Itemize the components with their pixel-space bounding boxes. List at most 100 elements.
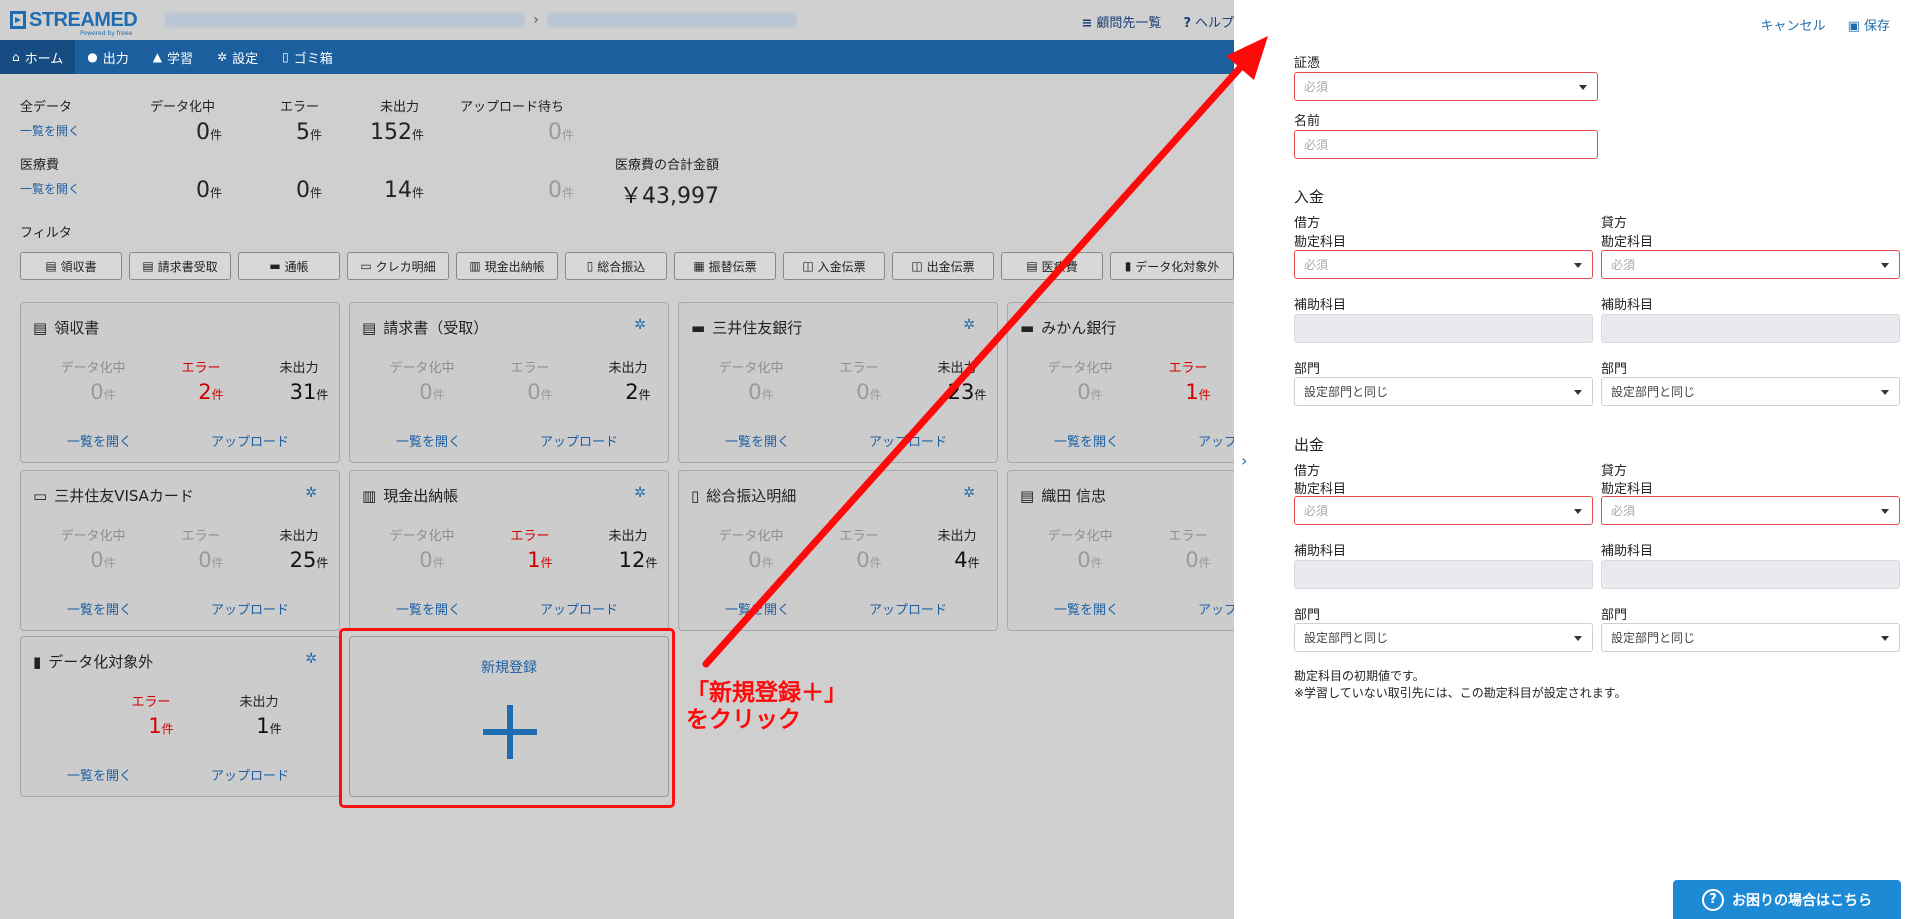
breadcrumb-page-blurred[interactable] xyxy=(546,13,797,27)
filter-non-digitize[interactable]: ▮ データ化対象外 xyxy=(1110,252,1234,280)
filter-withdrawal-slip[interactable]: ◫ 出金伝票 xyxy=(892,252,994,280)
credit-card-icon: ▭ xyxy=(360,259,372,273)
deposit-debit-account-label: 勘定科目 xyxy=(1294,235,1347,250)
card-upload-link[interactable]: アップロード xyxy=(540,599,618,618)
card-open-link[interactable]: 一覧を開く xyxy=(67,599,132,618)
deposit-debit-account-select[interactable]: 必須 xyxy=(1294,250,1593,279)
card-upload-link[interactable]: アップロード xyxy=(211,765,289,784)
home-icon: ⌂ xyxy=(12,50,20,64)
breadcrumb-client-blurred[interactable] xyxy=(165,13,526,27)
list-icon: ≡ xyxy=(1081,16,1093,31)
filter-invoice[interactable]: ▤ 請求書受取 xyxy=(129,252,231,280)
card-open-link[interactable]: 一覧を開く xyxy=(396,599,461,618)
card-open-link[interactable]: 一覧を開く xyxy=(67,431,132,450)
card-open-link[interactable]: 一覧を開く xyxy=(67,765,132,784)
withdraw-debit-account-select[interactable]: 必須 xyxy=(1294,496,1593,525)
filter-transfer-slip[interactable]: ▦ 振替伝票 xyxy=(674,252,776,280)
panel-collapse-strip[interactable] xyxy=(1234,0,1264,919)
gear-icon[interactable]: ✲ xyxy=(963,317,975,333)
passbook-icon: ▬ xyxy=(269,259,281,273)
medical-doc-icon: ▤ xyxy=(1020,486,1035,505)
card-receipt[interactable]: ▤ 領収書 データ化中 0件 エラー 2件 未出力 31件 一覧を開く アップロード xyxy=(20,302,340,463)
table-icon: ◫ xyxy=(911,259,923,273)
deposit-credit-dept-select[interactable]: 設定部門と同じ xyxy=(1601,377,1900,406)
panel-actions: キャンセル ▣ 保存 xyxy=(1761,15,1890,34)
card-open-link[interactable]: 一覧を開く xyxy=(1054,431,1119,450)
filter-bulk-transfer[interactable]: ▯ 総合振込 xyxy=(565,252,667,280)
card-oda-nobutada[interactable]: ▤織田 信忠 データ化中0件 エラー0件 一覧を開く アップロード xyxy=(1007,470,1234,631)
card-upload-link[interactable]: アップロード xyxy=(869,599,947,618)
gear-icon[interactable]: ✲ xyxy=(634,485,646,501)
card-smbc-bank[interactable]: ▬ 三井住友銀行 ✲ データ化中 0件 エラー 0件 未出力 23件 一覧を開く アップ… xyxy=(678,302,998,463)
medical-total-label: 医療費の合計金額 xyxy=(615,158,720,173)
filter-passbook[interactable]: ▬ 通帳 xyxy=(238,252,340,280)
gear-icon[interactable]: ✲ xyxy=(305,651,317,667)
header-error: エラー xyxy=(280,100,320,115)
card-upload-link[interactable]: アップロード xyxy=(211,431,289,450)
deposit-credit-account-select[interactable]: 必須 xyxy=(1601,250,1900,279)
card-open-link[interactable]: 一覧を開く xyxy=(1054,599,1119,618)
deposit-section-title: 入金 xyxy=(1294,188,1325,206)
medical-processing-value: 0件 xyxy=(195,178,222,203)
voucher-select[interactable]: 必須 xyxy=(1294,72,1598,101)
card-open-link[interactable]: 一覧を開く xyxy=(396,431,461,450)
nav-output[interactable]: ● 出力 xyxy=(75,40,141,74)
help-contact-button[interactable]: ? お困りの場合はこちら xyxy=(1673,880,1901,919)
header-processing: データ化中 xyxy=(150,100,216,115)
withdraw-credit-account-label: 勘定科目 xyxy=(1601,482,1654,497)
chevron-down-icon xyxy=(1881,509,1889,514)
medical-open-link[interactable]: 一覧を開く xyxy=(20,180,80,197)
gear-icon[interactable]: ✲ xyxy=(634,317,646,333)
nav-trash[interactable]: ▯ ゴミ箱 xyxy=(270,40,345,74)
cash-book-icon: ▥ xyxy=(469,259,481,273)
withdraw-debit-dept-select[interactable]: 設定部門と同じ xyxy=(1294,623,1593,652)
card-open-link[interactable]: 一覧を開く xyxy=(725,599,790,618)
card-invoice[interactable]: ▤ 請求書（受取） ✲ データ化中 0件 エラー 0件 未出力 2件 一覧を開く アップ… xyxy=(349,302,669,463)
card-upload-link[interactable]: アップロード xyxy=(1198,599,1234,618)
nav-home[interactable]: ⌂ ホーム xyxy=(0,40,76,74)
new-registration-panel: キャンセル ▣ 保存 証憑 必須 名前 必須 入金 借方 勘定科目 貸方 勘定科… xyxy=(1264,0,1920,919)
table-icon: ▦ xyxy=(693,259,705,273)
help-link[interactable]: ? ヘルプ xyxy=(1183,12,1234,31)
receipt-icon: ▤ xyxy=(45,259,57,273)
all-data-open-link[interactable]: 一覧を開く xyxy=(20,122,80,139)
card-non-digitize[interactable]: ▮ データ化対象外 ✲ エラー 1件 未出力 1件 一覧を開く アップロード xyxy=(20,636,340,797)
chevron-down-icon xyxy=(1574,390,1582,395)
filter-credit-card[interactable]: ▭ クレカ明細 xyxy=(347,252,449,280)
withdraw-credit-dept-select[interactable]: 設定部門と同じ xyxy=(1601,623,1900,652)
nav-learning[interactable]: ▲ 学習 xyxy=(141,40,205,74)
card-upload-link[interactable]: アップロード xyxy=(540,431,618,450)
name-input[interactable]: 必須 xyxy=(1294,130,1598,159)
filter-medical[interactable]: ▤ 医療費 xyxy=(1001,252,1103,280)
card-upload-link[interactable]: アップロード xyxy=(869,431,947,450)
gear-icon[interactable]: ✲ xyxy=(305,485,317,501)
nav-settings[interactable]: ✲ 設定 xyxy=(205,40,270,74)
filter-cash-book[interactable]: ▥ 現金出納帳 xyxy=(456,252,558,280)
chevron-right-icon[interactable]: › xyxy=(1241,451,1247,470)
cancel-button[interactable]: キャンセル xyxy=(1761,15,1826,34)
filter-deposit-slip[interactable]: ◫ 入金伝票 xyxy=(783,252,885,280)
card-cash-book[interactable]: ▥ 現金出納帳 ✲ データ化中 0件 エラー 1件 未出力 12件 一覧を開く アップロ… xyxy=(349,470,669,631)
deposit-debit-dept-select[interactable]: 設定部門と同じ xyxy=(1294,377,1593,406)
gear-icon[interactable]: ✲ xyxy=(963,485,975,501)
deposit-credit-dept-label: 部門 xyxy=(1601,362,1628,377)
save-button[interactable]: ▣ 保存 xyxy=(1848,15,1890,34)
document-icon: ▯ xyxy=(691,486,700,505)
streamed-logo[interactable]: STREAMED xyxy=(10,9,138,32)
deposit-credit-account-label: 勘定科目 xyxy=(1601,235,1654,250)
all-unexported-value: 152件 xyxy=(369,120,424,145)
card-upload-link[interactable]: アップロード xyxy=(211,599,289,618)
cash-book-icon: ▥ xyxy=(362,486,377,505)
card-mikan-bank[interactable]: ▬みかん銀行 データ化中0件 エラー1件 一覧を開く アップロード xyxy=(1007,302,1234,463)
help-icon: ? xyxy=(1183,16,1191,31)
breadcrumb-separator: › xyxy=(533,12,539,28)
card-upload-link[interactable]: アップロード xyxy=(1198,431,1234,450)
client-list-link[interactable]: ≡ 顧問先一覧 xyxy=(1082,12,1162,31)
card-open-link[interactable]: 一覧を開く xyxy=(725,431,790,450)
card-bulk-transfer[interactable]: ▯ 総合振込明細 ✲ データ化中 0件 エラー 0件 未出力 4件 一覧を開く アップロ… xyxy=(678,470,998,631)
question-icon: ? xyxy=(1702,888,1724,911)
withdraw-credit-account-select[interactable]: 必須 xyxy=(1601,496,1900,525)
card-smbc-visa[interactable]: ▭ 三井住友VISAカード ✲ データ化中 0件 エラー 0件 未出力 25件 一覧を開… xyxy=(20,470,340,631)
filter-receipt[interactable]: ▤ 領収書 xyxy=(20,252,122,280)
table-icon: ◫ xyxy=(802,259,814,273)
